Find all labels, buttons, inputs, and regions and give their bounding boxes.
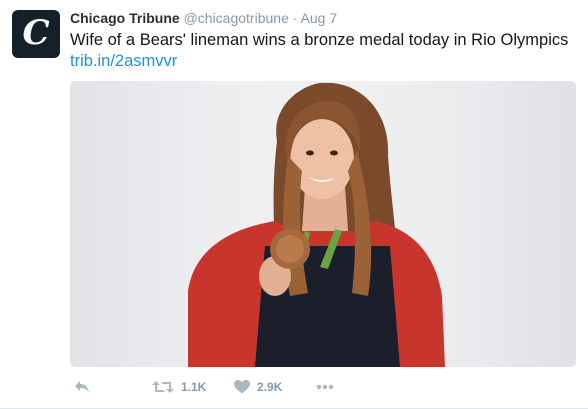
more-icon xyxy=(316,384,334,390)
tweet-photo[interactable] xyxy=(70,81,576,367)
tweet-content: Chicago Tribune @chicagotribune · Aug 7 … xyxy=(70,8,575,72)
header-separator: · xyxy=(292,10,298,26)
like-count: 2.9K xyxy=(257,380,283,394)
athlete-with-medal-photo xyxy=(188,82,445,367)
reply-icon xyxy=(74,380,90,394)
retweet-button[interactable]: 1.1K xyxy=(152,380,234,394)
avatar[interactable]: C xyxy=(12,10,60,58)
retweet-count: 1.1K xyxy=(181,380,207,394)
author-handle[interactable]: @chicagotribune xyxy=(184,10,289,26)
tweet-actions: 1.1K 2.9K xyxy=(70,376,575,398)
author-name[interactable]: Chicago Tribune xyxy=(70,10,180,26)
like-button[interactable]: 2.9K xyxy=(234,380,316,394)
more-button[interactable] xyxy=(316,384,334,390)
tweet-card[interactable]: C Chicago Tribune @chicagotribune · Aug … xyxy=(0,0,588,409)
tweet-link[interactable]: trib.in/2asmvvr xyxy=(70,51,575,72)
tweet-header: Chicago Tribune @chicagotribune · Aug 7 xyxy=(70,8,575,28)
chicago-tribune-logo-icon: C xyxy=(22,13,50,53)
retweet-icon xyxy=(152,380,174,394)
tweet-timestamp[interactable]: Aug 7 xyxy=(301,10,338,26)
tweet-text: Wife of a Bears' lineman wins a bronze m… xyxy=(70,31,569,49)
reply-button[interactable] xyxy=(74,380,152,394)
heart-icon xyxy=(234,380,250,394)
